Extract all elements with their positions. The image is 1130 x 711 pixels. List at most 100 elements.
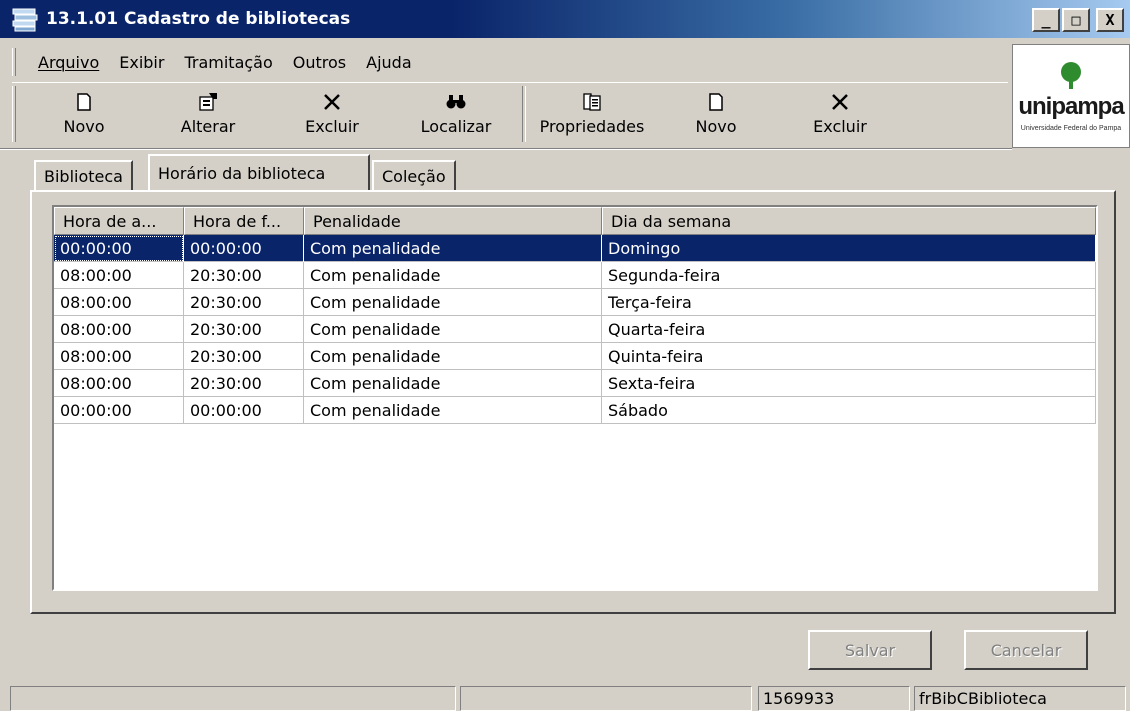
menu-outros[interactable]: Outros — [283, 53, 356, 72]
logo-subtitle: Universidade Federal do Pampa — [1020, 124, 1122, 132]
table-row[interactable]: 00:00:00 00:00:00 Com penalidade Sábado — [54, 397, 1096, 424]
table-row[interactable]: 08:00:00 20:30:00 Com penalidade Segunda… — [54, 262, 1096, 289]
cell-hora-abertura: 08:00:00 — [54, 370, 184, 397]
cell-penalidade: Com penalidade — [304, 370, 602, 397]
menu-grip[interactable] — [12, 48, 16, 76]
table-row[interactable]: 08:00:00 20:30:00 Com penalidade Terça-f… — [54, 289, 1096, 316]
table-row[interactable]: 08:00:00 20:30:00 Com penalidade Sexta-f… — [54, 370, 1096, 397]
menu-exibir[interactable]: Exibir — [109, 53, 174, 72]
column-header-hora-fechamento[interactable]: Hora de f... — [184, 207, 304, 235]
menu-tramitacao[interactable]: Tramitação — [174, 53, 282, 72]
alterar-button[interactable]: Alterar — [146, 83, 270, 143]
novo-label: Novo — [63, 116, 105, 136]
cell-penalidade: Com penalidade — [304, 289, 602, 316]
save-button[interactable]: Salvar — [808, 630, 932, 670]
minimize-button[interactable]: _ — [1032, 8, 1060, 32]
table-row[interactable]: 08:00:00 20:30:00 Com penalidade Quarta-… — [54, 316, 1096, 343]
toolbar-separator — [522, 86, 526, 142]
cell-dia-semana: Domingo — [602, 235, 1096, 262]
status-form-name: frBibCBiblioteca — [914, 686, 1126, 711]
toolbar-grip[interactable] — [12, 86, 16, 142]
tab-horario[interactable]: Horário da biblioteca — [148, 154, 370, 190]
cell-hora-fechamento: 20:30:00 — [184, 370, 304, 397]
properties-icon — [583, 92, 601, 111]
maximize-button[interactable]: □ — [1062, 8, 1090, 32]
books-stack-icon — [12, 8, 38, 32]
status-panel-1 — [10, 686, 456, 711]
novo-detail-label: Novo — [695, 116, 737, 136]
cell-dia-semana: Sábado — [602, 397, 1096, 424]
main-window: 13.1.01 Cadastro de bibliotecas _ □ X Ar… — [0, 0, 1130, 711]
excluir-detail-button[interactable]: Excluir — [778, 83, 902, 143]
menu-ajuda[interactable]: Ajuda — [356, 53, 422, 72]
cell-dia-semana: Quinta-feira — [602, 343, 1096, 370]
menu-bar: Arquivo Exibir Tramitação Outros Ajuda — [12, 46, 1008, 78]
column-header-dia-semana[interactable]: Dia da semana — [602, 207, 1096, 235]
edit-icon — [199, 92, 217, 111]
window-title: 13.1.01 Cadastro de bibliotecas — [46, 9, 351, 29]
table-row[interactable]: 00:00:00 00:00:00 Com penalidade Domingo — [54, 235, 1096, 262]
cancel-button[interactable]: Cancelar — [964, 630, 1088, 670]
cell-penalidade: Com penalidade — [304, 262, 602, 289]
alterar-label: Alterar — [180, 116, 236, 136]
minimize-icon: _ — [1041, 11, 1051, 29]
cell-hora-fechamento: 20:30:00 — [184, 316, 304, 343]
cell-dia-semana: Quarta-feira — [602, 316, 1096, 343]
close-icon: X — [1105, 11, 1115, 29]
cell-hora-fechamento: 00:00:00 — [184, 397, 304, 424]
cell-dia-semana: Sexta-feira — [602, 370, 1096, 397]
new-document-icon — [709, 92, 723, 111]
cell-penalidade: Com penalidade — [304, 397, 602, 424]
tab-colecao-label: Coleção — [382, 166, 446, 186]
excluir-detail-label: Excluir — [813, 116, 867, 136]
binoculars-icon — [446, 94, 466, 108]
delete-x-icon — [324, 93, 340, 110]
novo-detail-button[interactable]: Novo — [654, 83, 778, 143]
status-record-id: 1569933 — [758, 686, 910, 711]
tab-biblioteca[interactable]: Biblioteca — [34, 160, 133, 190]
close-button[interactable]: X — [1096, 8, 1124, 32]
localizar-label: Localizar — [420, 116, 492, 136]
schedule-grid[interactable]: Hora de a... Hora de f... Penalidade Dia… — [52, 205, 1098, 591]
novo-button[interactable]: Novo — [22, 83, 146, 143]
cell-penalidade: Com penalidade — [304, 316, 602, 343]
cell-hora-abertura: 08:00:00 — [54, 343, 184, 370]
title-bar[interactable]: 13.1.01 Cadastro de bibliotecas _ □ X — [0, 0, 1130, 38]
cell-hora-fechamento: 20:30:00 — [184, 343, 304, 370]
delete-x-icon — [832, 93, 848, 110]
new-document-icon — [77, 92, 91, 111]
excluir-button[interactable]: Excluir — [270, 83, 394, 143]
cell-hora-abertura: 08:00:00 — [54, 289, 184, 316]
cell-dia-semana: Terça-feira — [602, 289, 1096, 316]
tree-logo-icon — [1061, 61, 1081, 89]
status-bar: 1569933 frBibCBiblioteca — [0, 684, 1130, 711]
toolbar: Novo Alterar Excluir Localizar Proprieda… — [12, 82, 1008, 144]
cell-hora-abertura: 00:00:00 — [54, 235, 184, 262]
column-header-penalidade[interactable]: Penalidade — [304, 207, 602, 235]
grid-header: Hora de a... Hora de f... Penalidade Dia… — [54, 207, 1096, 235]
tab-horario-label: Horário da biblioteca — [158, 163, 326, 183]
logo-brand: unipampa — [1018, 92, 1124, 120]
cell-hora-abertura: 08:00:00 — [54, 262, 184, 289]
table-row[interactable]: 08:00:00 20:30:00 Com penalidade Quinta-… — [54, 343, 1096, 370]
cell-hora-abertura: 00:00:00 — [54, 397, 184, 424]
header-separator — [0, 148, 1012, 150]
cell-penalidade: Com penalidade — [304, 235, 602, 262]
status-panel-2 — [460, 686, 752, 711]
cell-dia-semana: Segunda-feira — [602, 262, 1096, 289]
propriedades-button[interactable]: Propriedades — [530, 83, 654, 143]
cell-hora-fechamento: 20:30:00 — [184, 262, 304, 289]
maximize-icon: □ — [1071, 11, 1081, 29]
column-header-hora-abertura[interactable]: Hora de a... — [54, 207, 184, 235]
cell-penalidade: Com penalidade — [304, 343, 602, 370]
excluir-label: Excluir — [305, 116, 359, 136]
menu-arquivo[interactable]: Arquivo — [28, 53, 109, 72]
cell-hora-fechamento: 00:00:00 — [184, 235, 304, 262]
tab-colecao[interactable]: Coleção — [372, 160, 456, 190]
cell-hora-fechamento: 20:30:00 — [184, 289, 304, 316]
cell-hora-abertura: 08:00:00 — [54, 316, 184, 343]
localizar-button[interactable]: Localizar — [394, 83, 518, 143]
tab-biblioteca-label: Biblioteca — [44, 166, 123, 186]
propriedades-label: Propriedades — [539, 116, 645, 136]
unipampa-logo: unipampa Universidade Federal do Pampa — [1012, 44, 1130, 148]
